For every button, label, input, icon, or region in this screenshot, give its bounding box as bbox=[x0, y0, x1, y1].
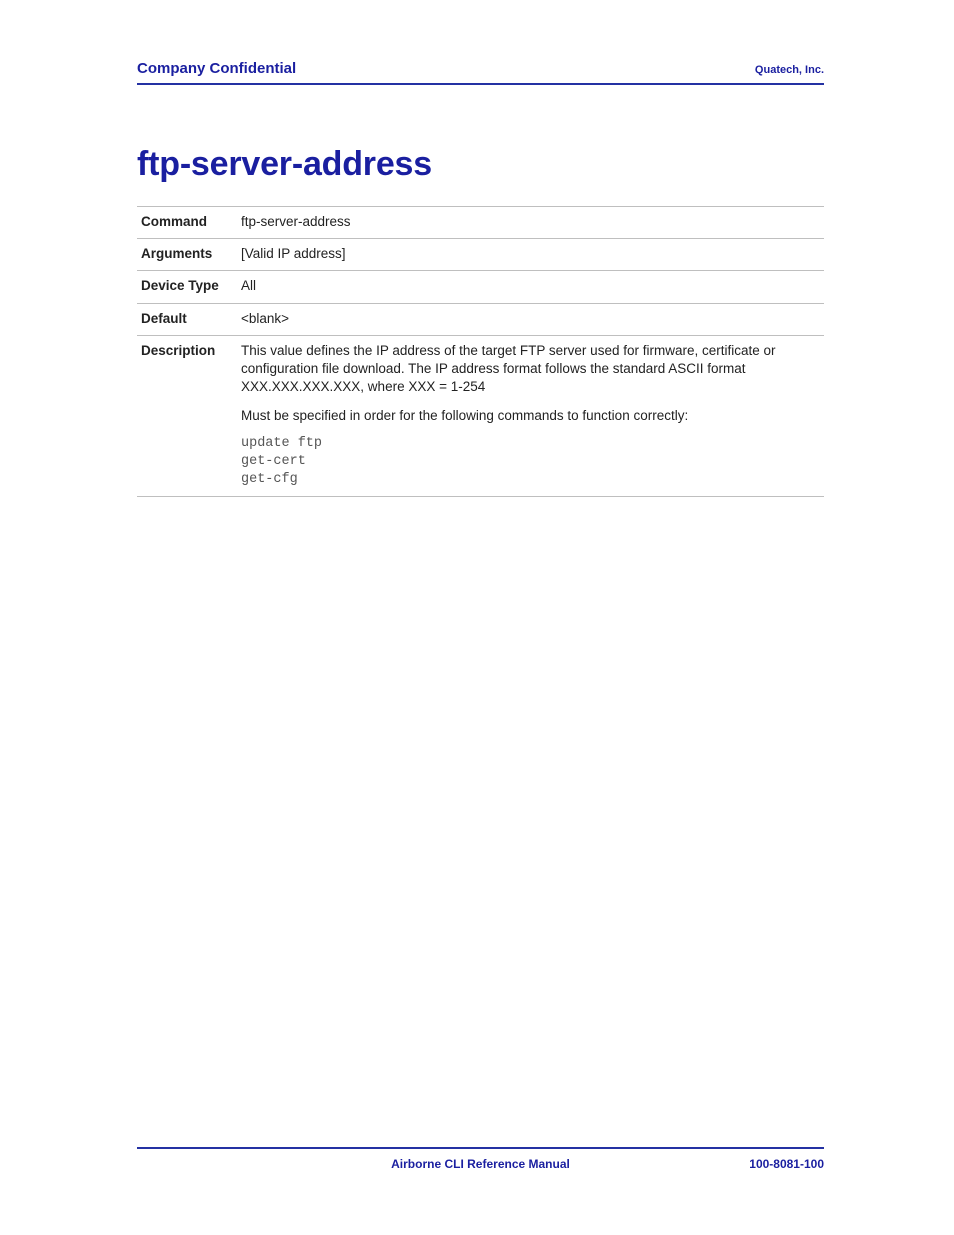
cmd-update-ftp: update ftp bbox=[241, 435, 820, 453]
row-command: Command ftp-server-address bbox=[137, 207, 824, 239]
value-command: ftp-server-address bbox=[237, 207, 824, 239]
header-company: Quatech, Inc. bbox=[755, 64, 824, 76]
footer-manual-title: Airborne CLI Reference Manual bbox=[257, 1157, 704, 1171]
cmd-get-cert: get-cert bbox=[241, 453, 820, 471]
value-description: This value defines the IP address of the… bbox=[237, 335, 824, 497]
value-device-type: All bbox=[237, 271, 824, 303]
footer-doc-number: 100-8081-100 bbox=[704, 1157, 824, 1171]
label-device-type: Device Type bbox=[137, 271, 237, 303]
label-default: Default bbox=[137, 303, 237, 335]
cmd-get-cfg: get-cfg bbox=[241, 471, 820, 489]
header-confidentiality: Company Confidential bbox=[137, 60, 296, 77]
row-default: Default <blank> bbox=[137, 303, 824, 335]
page-footer: Airborne CLI Reference Manual 100-8081-1… bbox=[137, 1147, 824, 1171]
label-command: Command bbox=[137, 207, 237, 239]
description-command-list: update ftp get-cert get-cfg bbox=[241, 435, 820, 490]
command-spec-table: Command ftp-server-address Arguments [Va… bbox=[137, 206, 824, 497]
label-description: Description bbox=[137, 335, 237, 497]
description-para1: This value defines the IP address of the… bbox=[241, 342, 820, 397]
row-device-type: Device Type All bbox=[137, 271, 824, 303]
page-header: Company Confidential Quatech, Inc. bbox=[137, 60, 824, 85]
value-arguments: [Valid IP address] bbox=[237, 239, 824, 271]
value-default: <blank> bbox=[237, 303, 824, 335]
label-arguments: Arguments bbox=[137, 239, 237, 271]
row-arguments: Arguments [Valid IP address] bbox=[137, 239, 824, 271]
page: Company Confidential Quatech, Inc. ftp-s… bbox=[0, 0, 954, 1235]
command-title: ftp-server-address bbox=[137, 145, 824, 184]
description-para2: Must be specified in order for the follo… bbox=[241, 407, 820, 425]
row-description: Description This value defines the IP ad… bbox=[137, 335, 824, 497]
